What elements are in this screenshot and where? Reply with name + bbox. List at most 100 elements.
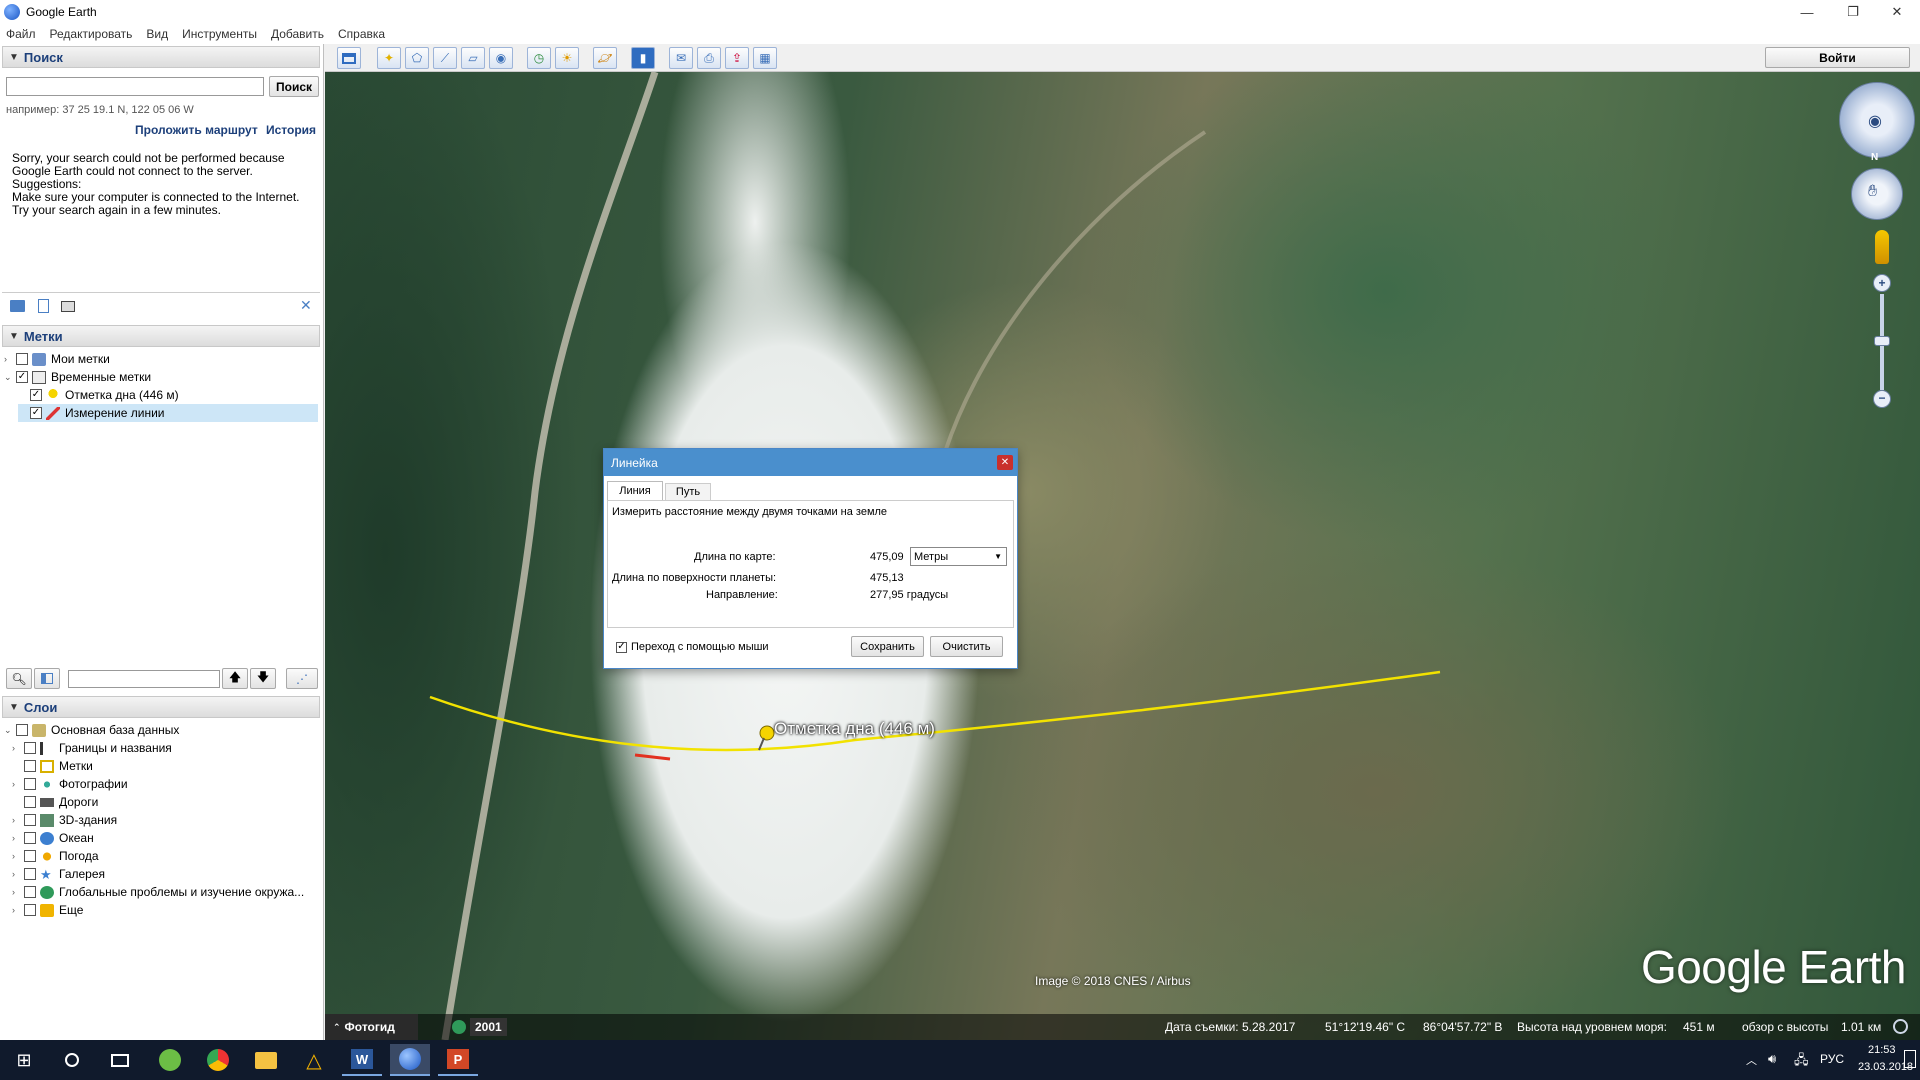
add-folder-icon[interactable] <box>10 300 25 312</box>
task-view-button[interactable] <box>100 1044 140 1076</box>
minimize-button[interactable]: — <box>1784 0 1830 24</box>
print-button[interactable]: ⎙ <box>697 47 721 69</box>
tree-item-my-places[interactable]: › Мои метки <box>4 350 110 368</box>
tree-item-line-measure[interactable]: ✓ Измерение линии <box>18 404 318 422</box>
save-image-button[interactable]: ⇪ <box>725 47 749 69</box>
powerpoint-app[interactable]: P <box>438 1044 478 1076</box>
email-button[interactable]: ✉ <box>669 47 693 69</box>
save-button[interactable]: Сохранить <box>851 636 924 657</box>
close-button[interactable]: ✕ <box>1874 0 1920 24</box>
utorrent-app[interactable] <box>150 1044 190 1076</box>
checkbox[interactable] <box>24 850 36 862</box>
north-indicator-icon[interactable]: N <box>1871 152 1878 163</box>
checkbox[interactable] <box>24 778 36 790</box>
zoom-slider-thumb[interactable] <box>1874 336 1890 346</box>
ruler-close-button[interactable]: ✕ <box>997 455 1013 470</box>
menu-view[interactable]: Вид <box>146 27 168 41</box>
search-input[interactable] <box>6 77 264 96</box>
expand-arrow-icon[interactable]: › <box>12 815 22 825</box>
layers-panel-header[interactable]: ▼ Слои <box>2 696 320 718</box>
zoom-in-button[interactable]: + <box>1873 274 1891 292</box>
notifications-icon[interactable] <box>1904 1050 1916 1068</box>
checkbox[interactable] <box>16 724 28 736</box>
word-app[interactable]: W <box>342 1044 382 1076</box>
move-up-button[interactable]: 🡅 <box>222 668 248 689</box>
expand-arrow-icon[interactable]: › <box>12 833 22 843</box>
tour-button[interactable]: ⋰ <box>286 668 318 689</box>
menu-help[interactable]: Справка <box>338 27 385 41</box>
checkbox[interactable] <box>24 796 36 808</box>
add-overlay-button[interactable]: ▱ <box>461 47 485 69</box>
layer-borders[interactable]: › Границы и названия <box>12 739 172 757</box>
volume-icon[interactable]: 🔊︎ <box>1768 1051 1776 1067</box>
imagery-year[interactable]: 2001 <box>470 1018 507 1036</box>
look-joystick[interactable]: ◉ <box>1839 82 1915 158</box>
sign-in-button[interactable]: Войти <box>1765 47 1910 68</box>
placemark-pushpin-icon[interactable] <box>759 725 775 741</box>
language-indicator[interactable]: РУС <box>1820 1052 1844 1066</box>
expand-arrow-icon[interactable]: › <box>4 354 14 364</box>
checkbox-checked[interactable]: ✓ <box>30 389 42 401</box>
checkbox-checked[interactable]: ✓ <box>30 407 42 419</box>
move-joystick[interactable]: ✋︎ <box>1851 168 1903 220</box>
layer-places[interactable]: Метки <box>12 757 93 775</box>
menu-edit[interactable]: Редактировать <box>50 27 133 41</box>
planets-button[interactable]: 🪐︎ <box>593 47 617 69</box>
search-places-button[interactable]: 🔍︎ <box>6 668 32 689</box>
view-in-maps-button[interactable]: ▦ <box>753 47 777 69</box>
panel-toggle-button[interactable] <box>34 668 60 689</box>
menu-tools[interactable]: Инструменты <box>182 27 257 41</box>
checkbox[interactable] <box>24 760 36 772</box>
start-button[interactable]: ⊞ <box>4 1044 44 1076</box>
zoom-out-button[interactable]: − <box>1873 390 1891 408</box>
search-panel-header[interactable]: ▼ Поиск <box>2 46 320 68</box>
checkbox[interactable] <box>24 886 36 898</box>
layer-photos[interactable]: › Фотографии <box>12 775 128 793</box>
tree-item-temporary-places[interactable]: ⌄ ✓ Временные метки <box>4 368 151 386</box>
mouse-navigation-option[interactable]: ✓ Переход с помощью мыши <box>616 641 769 653</box>
add-path-button[interactable]: ⟋ <box>433 47 457 69</box>
layer-ocean[interactable]: › Океан <box>12 829 94 847</box>
close-search-results-icon[interactable]: ✕ <box>300 297 312 314</box>
layer-gallery[interactable]: › ★ Галерея <box>12 865 105 883</box>
places-panel-header[interactable]: ▼ Метки <box>2 325 320 347</box>
layer-roads[interactable]: Дороги <box>12 793 98 811</box>
historical-clock-icon[interactable] <box>452 1020 466 1034</box>
historical-imagery-button[interactable]: ◷ <box>527 47 551 69</box>
google-earth-app[interactable] <box>390 1044 430 1076</box>
checkbox-checked[interactable]: ✓ <box>16 371 28 383</box>
print-icon[interactable] <box>61 301 75 312</box>
layer-weather[interactable]: › Погода <box>12 847 99 865</box>
expand-arrow-icon[interactable]: › <box>12 851 22 861</box>
add-polygon-button[interactable]: ⬠ <box>405 47 429 69</box>
checkbox[interactable] <box>24 868 36 880</box>
sunlight-button[interactable]: ☀ <box>555 47 579 69</box>
network-icon[interactable]: 🖧 <box>1794 1051 1809 1073</box>
tray-expand-icon[interactable]: ︿ <box>1746 1052 1757 1068</box>
street-view-pegman-icon[interactable] <box>1875 230 1889 264</box>
history-link[interactable]: История <box>266 123 316 137</box>
checkbox[interactable] <box>24 904 36 916</box>
copy-icon[interactable] <box>38 299 49 313</box>
tour-guide-tab[interactable]: ⌃ Фотогид <box>325 1014 418 1040</box>
daemon-tools-app[interactable]: △ <box>294 1044 334 1076</box>
clear-button[interactable]: Очистить <box>930 636 1003 657</box>
route-link[interactable]: Проложить маршрут <box>135 123 258 137</box>
record-tour-button[interactable]: ◉ <box>489 47 513 69</box>
clock-time[interactable]: 21:53 <box>1868 1044 1896 1056</box>
move-down-button[interactable]: 🡇 <box>250 668 276 689</box>
expand-arrow-icon[interactable]: ⌄ <box>4 372 14 383</box>
expand-arrow-icon[interactable]: › <box>12 779 22 789</box>
checkbox[interactable] <box>24 742 36 754</box>
expand-arrow-icon[interactable]: ⌄ <box>4 725 14 736</box>
explorer-app[interactable] <box>246 1044 286 1076</box>
add-placemark-button[interactable]: ✦ <box>377 47 401 69</box>
search-taskbar-button[interactable] <box>52 1044 92 1076</box>
menu-add[interactable]: Добавить <box>271 27 324 41</box>
search-button[interactable]: Поиск <box>269 76 319 97</box>
expand-arrow-icon[interactable]: › <box>12 887 22 897</box>
earth-view[interactable]: Отметка дна (446 м) ◉ N ✋︎ + − Image © 2… <box>325 72 1920 1040</box>
tab-path[interactable]: Путь <box>665 483 711 500</box>
maximize-button[interactable]: ❐ <box>1830 0 1876 24</box>
layer-global-awareness[interactable]: › Глобальные проблемы и изучение окружа.… <box>12 883 304 901</box>
